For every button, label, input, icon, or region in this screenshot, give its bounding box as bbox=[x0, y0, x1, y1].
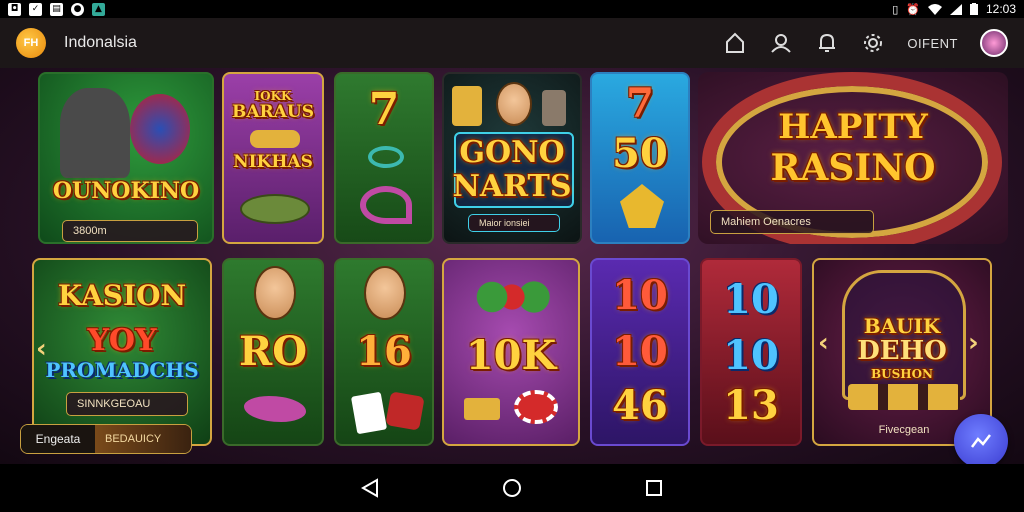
flag-icon bbox=[130, 94, 190, 164]
gold-figure-icon bbox=[620, 184, 664, 228]
clock: 12:03 bbox=[985, 2, 1016, 16]
face-icon bbox=[496, 82, 532, 126]
tile-title-3: PROMADCHS bbox=[45, 358, 199, 382]
back-icon bbox=[361, 478, 378, 498]
poker-chip-icon bbox=[514, 390, 558, 424]
game-tile-sixteen[interactable]: 16 bbox=[334, 258, 434, 446]
horse-icon bbox=[60, 88, 130, 178]
tile-title: 16 bbox=[356, 328, 412, 375]
game-tile-hapity-rasino[interactable]: HAPITY RASINO Mahiem Oenacres bbox=[698, 72, 1008, 244]
bowl-icon bbox=[240, 194, 310, 224]
signal-icon bbox=[949, 3, 962, 15]
treasure-icon bbox=[250, 130, 300, 148]
tile-badge: 3800m bbox=[62, 220, 198, 242]
tile-title-1: BAUIK bbox=[863, 314, 941, 338]
wifi-icon bbox=[927, 3, 942, 15]
face-icon bbox=[254, 266, 296, 320]
tile-title-1: KASION bbox=[57, 279, 187, 312]
chip-icon bbox=[385, 391, 425, 431]
app-title: Indonalsia bbox=[64, 34, 137, 51]
gold-bar-icon bbox=[464, 398, 500, 420]
chart-icon bbox=[971, 434, 991, 448]
home-icon[interactable] bbox=[723, 31, 747, 55]
game-tile-ten-forty[interactable]: 10 10 46 bbox=[590, 258, 690, 446]
tile-line-1: IOKK bbox=[254, 89, 292, 103]
app-logo[interactable]: FH bbox=[16, 28, 46, 58]
tile-value-3: 13 bbox=[723, 382, 779, 429]
game-tile-seven-fifty[interactable]: 7 50 bbox=[590, 72, 690, 244]
tile-value-1: 10 bbox=[612, 272, 668, 319]
pill-left-label: Engeata bbox=[21, 425, 95, 453]
game-tile-ounokino[interactable]: OUNOKINO 3800m bbox=[38, 72, 214, 244]
tile-symbol: 7 bbox=[368, 84, 400, 135]
tile-footer: Fivecgean bbox=[878, 424, 930, 436]
tile-symbol: 7 bbox=[626, 80, 654, 127]
tile-title-2: DEHO bbox=[857, 336, 947, 366]
game-tile-seven-green[interactable]: 7 bbox=[334, 72, 434, 244]
game-tile-ro[interactable]: RO bbox=[222, 258, 324, 446]
alarm-icon: ⏰ bbox=[906, 2, 920, 16]
characters-icon bbox=[462, 272, 562, 322]
bottom-pill[interactable]: Engeata BEDAUICY bbox=[20, 424, 192, 454]
system-nav-bar bbox=[0, 464, 1024, 512]
status-bar: ◘ ✓ ▤ ● ▲ ▯ ⏰ 12:03 bbox=[0, 0, 1024, 18]
document-icon: ▤ bbox=[50, 2, 63, 16]
back-button[interactable] bbox=[354, 472, 386, 504]
game-tile-ten-k[interactable]: 10K bbox=[442, 258, 580, 446]
reel-symbols bbox=[848, 384, 960, 410]
chevron-left-icon-2[interactable]: ‹ bbox=[818, 328, 829, 358]
image-icon: ▲ bbox=[92, 2, 105, 16]
tile-title-3: BUSHON bbox=[870, 367, 934, 381]
recents-icon bbox=[646, 480, 662, 496]
game-tile-ten-thirteen[interactable]: 10 10 13 bbox=[700, 258, 802, 446]
vibrate-icon: ▯ bbox=[892, 2, 899, 16]
tile-value: 50 bbox=[612, 130, 668, 177]
notification-icon: ◘ bbox=[8, 2, 21, 16]
tile-value-3: 46 bbox=[612, 382, 668, 429]
profile-icon[interactable] bbox=[769, 31, 793, 55]
cards-icon bbox=[350, 391, 388, 435]
swirl-icon bbox=[368, 146, 404, 168]
tile-value-2: 10 bbox=[612, 328, 668, 375]
app-bar: FH Indonalsia OIFENT bbox=[0, 18, 1024, 68]
avatar[interactable] bbox=[980, 29, 1008, 57]
bell-icon[interactable] bbox=[815, 31, 839, 55]
tile-title-1: HAPITY bbox=[778, 107, 928, 147]
tile-badge: Mahiem Oenacres bbox=[710, 210, 874, 234]
tile-title-2: YOY bbox=[87, 323, 157, 358]
tile-title: 10K bbox=[465, 332, 557, 379]
game-grid: OUNOKINO 3800m IOKK BARAUS NIKHAS 7 GONO… bbox=[0, 68, 1024, 464]
account-label[interactable]: OIFENT bbox=[907, 36, 958, 51]
coins-icon bbox=[452, 86, 482, 126]
home-button[interactable] bbox=[496, 472, 528, 504]
swirl-icon-2 bbox=[360, 186, 412, 224]
face-icon bbox=[364, 266, 406, 320]
home-circle-icon bbox=[503, 479, 521, 497]
tile-value-2: 10 bbox=[723, 332, 779, 379]
tile-line-3: NIKHAS bbox=[233, 152, 313, 172]
chevron-right-icon[interactable]: › bbox=[968, 328, 979, 358]
game-tile-barauus[interactable]: IOKK BARAUS NIKHAS bbox=[222, 72, 324, 244]
bottle-icon bbox=[542, 90, 566, 126]
game-tile-kasion[interactable]: KASION YOY PROMADCHS SINNKGEOAU bbox=[32, 258, 212, 446]
floating-action-button[interactable] bbox=[954, 414, 1008, 468]
pill-right-label: BEDAUICY bbox=[95, 425, 191, 453]
recents-button[interactable] bbox=[638, 472, 670, 504]
tile-title: OUNOKINO bbox=[52, 178, 200, 204]
check-icon: ✓ bbox=[29, 2, 42, 16]
tile-badge: Maior ionsiei bbox=[468, 214, 560, 232]
record-icon: ● bbox=[71, 2, 84, 16]
battery-icon bbox=[969, 3, 978, 15]
tile-title-2: RASINO bbox=[770, 147, 936, 189]
settings-icon[interactable] bbox=[861, 31, 885, 55]
chevron-left-icon[interactable]: ‹ bbox=[36, 334, 47, 364]
tile-value-1: 10 bbox=[723, 276, 779, 323]
game-tile-gono-narts[interactable]: GONO NARTS Maior ionsiei bbox=[442, 72, 582, 244]
tile-title-1: GONO bbox=[459, 135, 565, 170]
tile-line-2: BARAUS bbox=[232, 102, 314, 122]
swirl-icon bbox=[244, 396, 306, 422]
tile-title: RO bbox=[238, 328, 308, 375]
tile-badge: SINNKGEOAU bbox=[66, 392, 188, 416]
tile-title-2: NARTS bbox=[452, 169, 572, 204]
